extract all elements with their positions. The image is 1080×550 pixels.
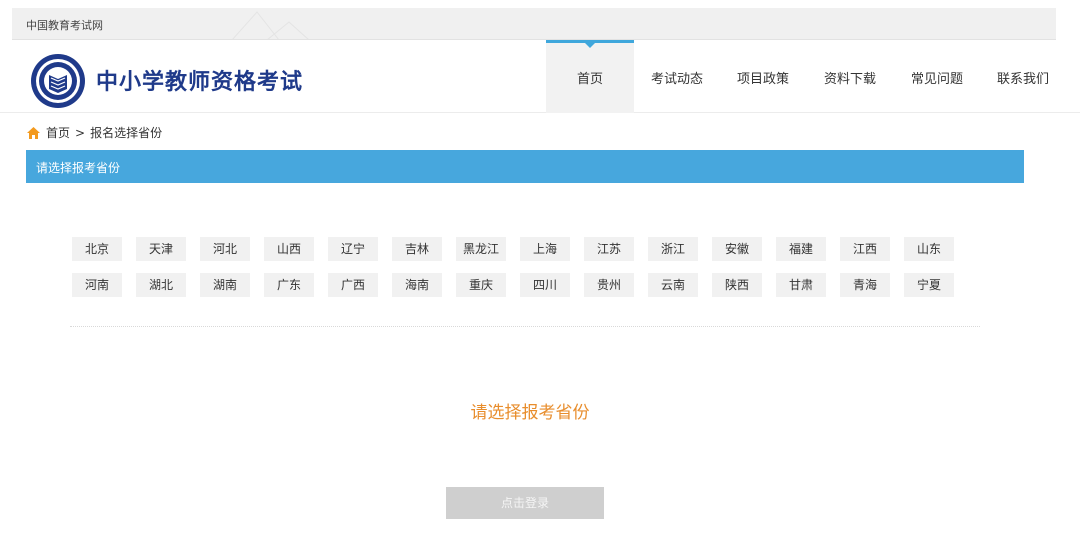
province-zhejiang[interactable]: 浙江 [648, 237, 698, 261]
province-grid: 北京 天津 河北 山西 辽宁 吉林 黑龙江 上海 江苏 浙江 安徽 福建 江西 … [72, 237, 992, 309]
province-jiangxi[interactable]: 江西 [840, 237, 890, 261]
province-yunnan[interactable]: 云南 [648, 273, 698, 297]
province-shaanxi[interactable]: 陕西 [712, 273, 762, 297]
nav-downloads[interactable]: 资料下载 [806, 40, 894, 113]
province-row: 河南 湖北 湖南 广东 广西 海南 重庆 四川 贵州 云南 陕西 甘肃 青海 宁… [72, 273, 992, 297]
province-tianjin[interactable]: 天津 [136, 237, 186, 261]
province-shanghai[interactable]: 上海 [520, 237, 570, 261]
site-name: 中国教育考试网 [26, 19, 103, 32]
section-title: 请选择报考省份 [36, 161, 121, 175]
section-header: 请选择报考省份 [26, 150, 1024, 183]
main-nav: 首页 考试动态 项目政策 资料下载 常见问题 联系我们 [546, 40, 1066, 113]
site-header: 中小学教师资格考试 首页 考试动态 项目政策 资料下载 常见问题 联系我们 [0, 40, 1080, 113]
breadcrumb: 首页 > 报名选择省份 [26, 124, 162, 141]
nav-contact[interactable]: 联系我们 [980, 40, 1066, 113]
province-ningxia[interactable]: 宁夏 [904, 273, 954, 297]
province-henan[interactable]: 河南 [72, 273, 122, 297]
login-button[interactable]: 点击登录 [446, 487, 604, 519]
province-hubei[interactable]: 湖北 [136, 273, 186, 297]
province-sichuan[interactable]: 四川 [520, 273, 570, 297]
province-chongqing[interactable]: 重庆 [456, 273, 506, 297]
province-jilin[interactable]: 吉林 [392, 237, 442, 261]
site-title: 中小学教师资格考试 [96, 70, 304, 95]
province-gansu[interactable]: 甘肃 [776, 273, 826, 297]
province-anhui[interactable]: 安徽 [712, 237, 762, 261]
province-jiangsu[interactable]: 江苏 [584, 237, 634, 261]
province-beijing[interactable]: 北京 [72, 237, 122, 261]
province-hebei[interactable]: 河北 [200, 237, 250, 261]
nav-home[interactable]: 首页 [546, 40, 634, 113]
province-shandong[interactable]: 山东 [904, 237, 954, 261]
province-hunan[interactable]: 湖南 [200, 273, 250, 297]
selection-prompt: 请选择报考省份 [470, 403, 590, 423]
province-hainan[interactable]: 海南 [392, 273, 442, 297]
province-guizhou[interactable]: 贵州 [584, 273, 634, 297]
province-liaoning[interactable]: 辽宁 [328, 237, 378, 261]
nav-exam-news[interactable]: 考试动态 [634, 40, 720, 113]
home-icon [27, 126, 40, 139]
emblem-book-icon[interactable] [30, 53, 86, 109]
province-row: 北京 天津 河北 山西 辽宁 吉林 黑龙江 上海 江苏 浙江 安徽 福建 江西 … [72, 237, 992, 261]
breadcrumb-home-link[interactable]: 首页 [46, 124, 70, 141]
province-fujian[interactable]: 福建 [776, 237, 826, 261]
decorative-mountain-graphic [232, 11, 309, 39]
province-qinghai[interactable]: 青海 [840, 273, 890, 297]
province-guangdong[interactable]: 广东 [264, 273, 314, 297]
province-guangxi[interactable]: 广西 [328, 273, 378, 297]
divider [70, 326, 980, 327]
nav-policy[interactable]: 项目政策 [720, 40, 806, 113]
breadcrumb-separator: > [75, 125, 86, 140]
nav-faq[interactable]: 常见问题 [894, 40, 980, 113]
province-shanxi[interactable]: 山西 [264, 237, 314, 261]
breadcrumb-current: 报名选择省份 [90, 126, 163, 140]
province-heilongjiang[interactable]: 黑龙江 [456, 237, 506, 261]
top-bar: 中国教育考试网 [12, 8, 1056, 40]
